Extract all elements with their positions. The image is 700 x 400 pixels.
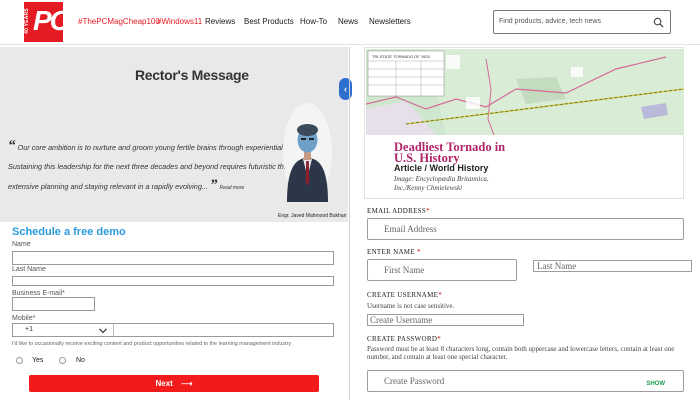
rector-quote-line-1: “ Our core ambition is to nurture and gr… [8, 138, 313, 154]
search-icon[interactable] [653, 17, 664, 28]
map-caption: TRI-STATE TORNADO OF 1925 [372, 54, 430, 59]
show-password-toggle[interactable]: SHOW [646, 381, 665, 387]
nav-link-news[interactable]: News [338, 17, 358, 26]
demo-form-title: Schedule a free demo [12, 226, 126, 238]
password-help: Password must be at least 8 characters l… [367, 345, 675, 361]
name-label: Name [12, 241, 31, 248]
country-code: +1 [25, 326, 33, 333]
tornado-map-image: TRI-STATE TORNADO OF 1925 [366, 49, 684, 135]
radio-yes-label: Yes [32, 357, 44, 364]
chevron-down-icon[interactable] [99, 328, 107, 334]
article-card[interactable]: TRI-STATE TORNADO OF 1925 Deadliest Torn… [364, 47, 684, 199]
column-divider [349, 47, 350, 400]
last-name-placeholder: Last Name [537, 261, 577, 271]
rector-quote-line-2: Sustaining this leadership for the next … [8, 162, 305, 171]
pcmag-logo[interactable]: 40 YEARS PC [24, 2, 70, 42]
email-address-input[interactable]: Email Address [367, 218, 684, 240]
name-input[interactable] [12, 251, 334, 265]
nav-link-newsletters[interactable]: Newsletters [369, 17, 411, 26]
image-credit-line-1: Image: Encyclopædia Britannica, [394, 175, 489, 183]
arrow-right-icon: ⟶ [181, 379, 193, 388]
mobile-divider [113, 324, 114, 336]
search-input[interactable]: Find products, advice, tech news [493, 10, 671, 34]
username-placeholder: Create Username [370, 315, 433, 325]
nav-link-how-to[interactable]: How-To [300, 17, 327, 26]
article-category: Article / World History [394, 163, 489, 173]
first-name-input[interactable]: First Name [367, 259, 517, 281]
email-address-label: EMAIL ADDRESS* [367, 207, 430, 215]
next-button[interactable]: Next ⟶ [29, 375, 319, 392]
logo-text: PC [33, 5, 70, 36]
create-password-label: CREATE PASSWORD* [367, 335, 441, 343]
rector-title: Rector's Message [135, 67, 249, 83]
radio-no[interactable] [59, 357, 66, 364]
consent-text: I'd like to occasionally receive excitin… [12, 341, 292, 347]
last-name-input[interactable] [12, 276, 334, 286]
enter-name-label: ENTER NAME * [367, 248, 421, 256]
rector-caption: Engr. Javed Mahmood Bukhari [278, 213, 347, 219]
password-placeholder: Create Password [384, 376, 445, 386]
create-username-input[interactable]: Create Username [367, 314, 524, 326]
last-name-label: Last Name [12, 266, 46, 273]
chevron-left-icon: ‹ [344, 84, 347, 94]
carousel-prev-button[interactable]: ‹ [339, 78, 352, 100]
create-password-input[interactable]: Create Password SHOW [367, 370, 684, 392]
username-help: Username is not case sensitive. [367, 302, 455, 310]
close-quote-icon: ” [210, 177, 218, 193]
read-more-link[interactable]: Read more [220, 185, 245, 191]
create-username-label: CREATE USERNAME* [367, 291, 443, 299]
rector-quote-line-3: extensive planning and staying relevant … [8, 177, 245, 193]
radio-yes[interactable] [16, 357, 23, 364]
site-header: 40 YEARS PC #ThePCMagCheap100 #Windows11… [0, 0, 700, 45]
first-name-placeholder: First Name [384, 265, 425, 275]
nav-link-reviews[interactable]: Reviews [205, 17, 235, 26]
business-email-label: Business E-mail* [12, 290, 65, 297]
business-email-input[interactable] [12, 297, 95, 311]
nav-link-windows11[interactable]: #Windows11 [157, 17, 202, 26]
email-placeholder: Email Address [384, 224, 437, 234]
image-credit-line-2: Inc./Kenny Chmielewski [394, 184, 463, 192]
mobile-label: Mobile* [12, 315, 36, 322]
mobile-input[interactable]: +1 [12, 323, 334, 337]
nav-link-best-products[interactable]: Best Products [244, 17, 294, 26]
rector-portrait [283, 103, 332, 202]
last-name-field[interactable]: Last Name [533, 260, 692, 272]
page: 40 YEARS PC #ThePCMagCheap100 #Windows11… [0, 0, 700, 400]
search-placeholder: Find products, advice, tech news [499, 18, 601, 25]
open-quote-icon: “ [8, 138, 16, 154]
radio-no-label: No [76, 357, 85, 364]
rector-banner: Rector's Message “ Our core ambition is … [0, 47, 348, 222]
nav-link-cheap100[interactable]: #ThePCMagCheap100 [78, 17, 160, 26]
